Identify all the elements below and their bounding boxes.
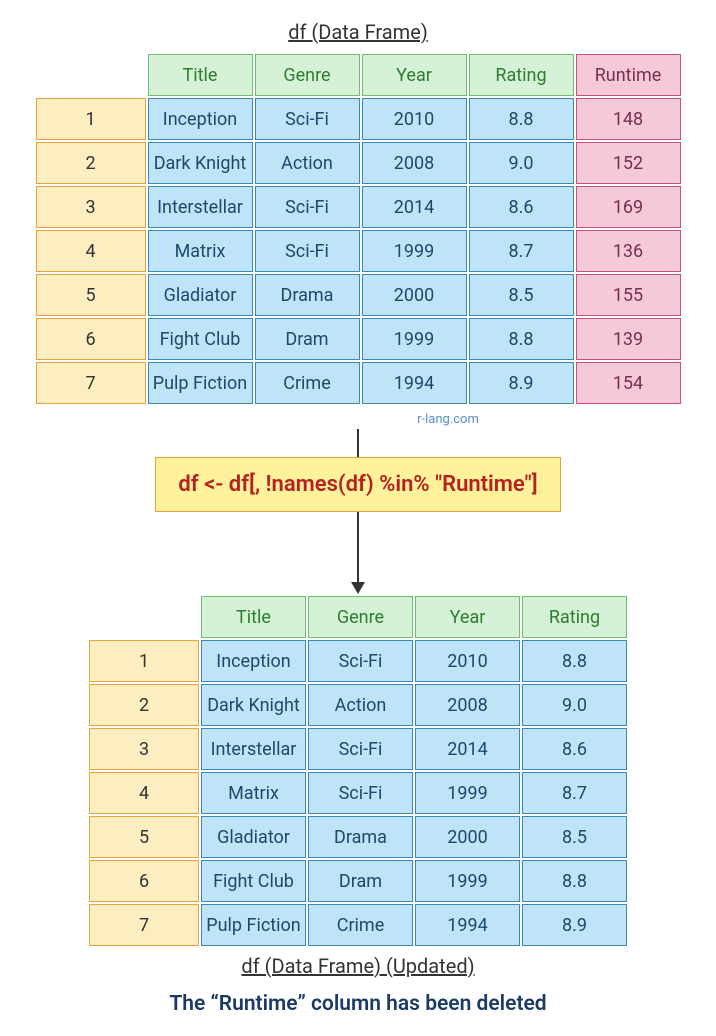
col-header: Genre	[308, 596, 413, 638]
table2: Title Genre Year Rating 1 Inception Sci-…	[87, 594, 629, 948]
cell: Dark Knight	[201, 684, 306, 726]
cell: 2014	[415, 728, 520, 770]
row-index: 6	[36, 318, 146, 360]
row-index: 5	[89, 816, 199, 858]
cell: Dark Knight	[148, 142, 253, 184]
cell: 2008	[362, 142, 467, 184]
cell: 8.8	[522, 640, 627, 682]
cell: Sci-Fi	[308, 640, 413, 682]
cell: 9.0	[522, 684, 627, 726]
cell-runtime: 155	[576, 274, 681, 316]
row-index: 3	[36, 186, 146, 228]
cell: 2000	[362, 274, 467, 316]
row-index: 2	[36, 142, 146, 184]
cell: 1999	[362, 230, 467, 272]
row-index: 6	[89, 860, 199, 902]
code-snippet: df <- df[, !names(df) %in% "Runtime"]	[155, 457, 560, 512]
row-index: 2	[89, 684, 199, 726]
cell-runtime: 154	[576, 362, 681, 404]
cell: Inception	[148, 98, 253, 140]
cell: Fight Club	[148, 318, 253, 360]
cell: Sci-Fi	[308, 728, 413, 770]
cell: 1999	[415, 772, 520, 814]
cell: 8.8	[522, 860, 627, 902]
corner	[89, 596, 199, 638]
table2-title: df (Data Frame) (Updated)	[10, 954, 706, 978]
col-header: Title	[201, 596, 306, 638]
col-header: Year	[415, 596, 520, 638]
corner	[36, 54, 146, 96]
col-header: Genre	[255, 54, 360, 96]
cell: Pulp Fiction	[148, 362, 253, 404]
cell: Sci-Fi	[255, 98, 360, 140]
table1-title: df (Data Frame)	[10, 20, 706, 44]
cell-runtime: 152	[576, 142, 681, 184]
credit-text: r-lang.com	[10, 412, 706, 427]
col-header: Rating	[469, 54, 574, 96]
cell: 8.7	[469, 230, 574, 272]
col-header: Rating	[522, 596, 627, 638]
cell: Dram	[308, 860, 413, 902]
cell: 8.5	[469, 274, 574, 316]
cell: 8.8	[469, 98, 574, 140]
cell: 8.6	[469, 186, 574, 228]
cell: Drama	[255, 274, 360, 316]
cell: 2008	[415, 684, 520, 726]
cell: 2010	[362, 98, 467, 140]
cell: 1999	[362, 318, 467, 360]
row-index: 5	[36, 274, 146, 316]
cell: 1994	[362, 362, 467, 404]
cell: 2010	[415, 640, 520, 682]
cell: Action	[255, 142, 360, 184]
cell: Matrix	[201, 772, 306, 814]
cell: Crime	[255, 362, 360, 404]
caption: The “Runtime” column has been deleted	[10, 992, 706, 1016]
cell: 8.7	[522, 772, 627, 814]
cell: Fight Club	[201, 860, 306, 902]
cell: Crime	[308, 904, 413, 946]
row-index: 1	[89, 640, 199, 682]
cell: Sci-Fi	[308, 772, 413, 814]
cell: Interstellar	[201, 728, 306, 770]
cell: Drama	[308, 816, 413, 858]
arrow-down-icon	[10, 429, 706, 457]
row-index: 1	[36, 98, 146, 140]
table1: Title Genre Year Rating Runtime 1 Incept…	[34, 52, 683, 406]
col-header: Year	[362, 54, 467, 96]
cell-runtime: 136	[576, 230, 681, 272]
cell: 2000	[415, 816, 520, 858]
cell: 9.0	[469, 142, 574, 184]
cell: Gladiator	[148, 274, 253, 316]
cell: 8.5	[522, 816, 627, 858]
cell: Matrix	[148, 230, 253, 272]
col-header: Title	[148, 54, 253, 96]
cell: 8.8	[469, 318, 574, 360]
cell: Dram	[255, 318, 360, 360]
arrow-down-icon	[10, 512, 706, 594]
col-header-runtime: Runtime	[576, 54, 681, 96]
cell: Pulp Fiction	[201, 904, 306, 946]
cell: 8.6	[522, 728, 627, 770]
row-index: 7	[89, 904, 199, 946]
cell: Sci-Fi	[255, 186, 360, 228]
cell-runtime: 139	[576, 318, 681, 360]
cell: 8.9	[469, 362, 574, 404]
cell: Inception	[201, 640, 306, 682]
cell: Gladiator	[201, 816, 306, 858]
cell: Interstellar	[148, 186, 253, 228]
cell: Action	[308, 684, 413, 726]
cell-runtime: 148	[576, 98, 681, 140]
row-index: 4	[89, 772, 199, 814]
row-index: 3	[89, 728, 199, 770]
cell-runtime: 169	[576, 186, 681, 228]
cell: 2014	[362, 186, 467, 228]
cell: 8.9	[522, 904, 627, 946]
row-index: 7	[36, 362, 146, 404]
row-index: 4	[36, 230, 146, 272]
cell: Sci-Fi	[255, 230, 360, 272]
cell: 1999	[415, 860, 520, 902]
cell: 1994	[415, 904, 520, 946]
